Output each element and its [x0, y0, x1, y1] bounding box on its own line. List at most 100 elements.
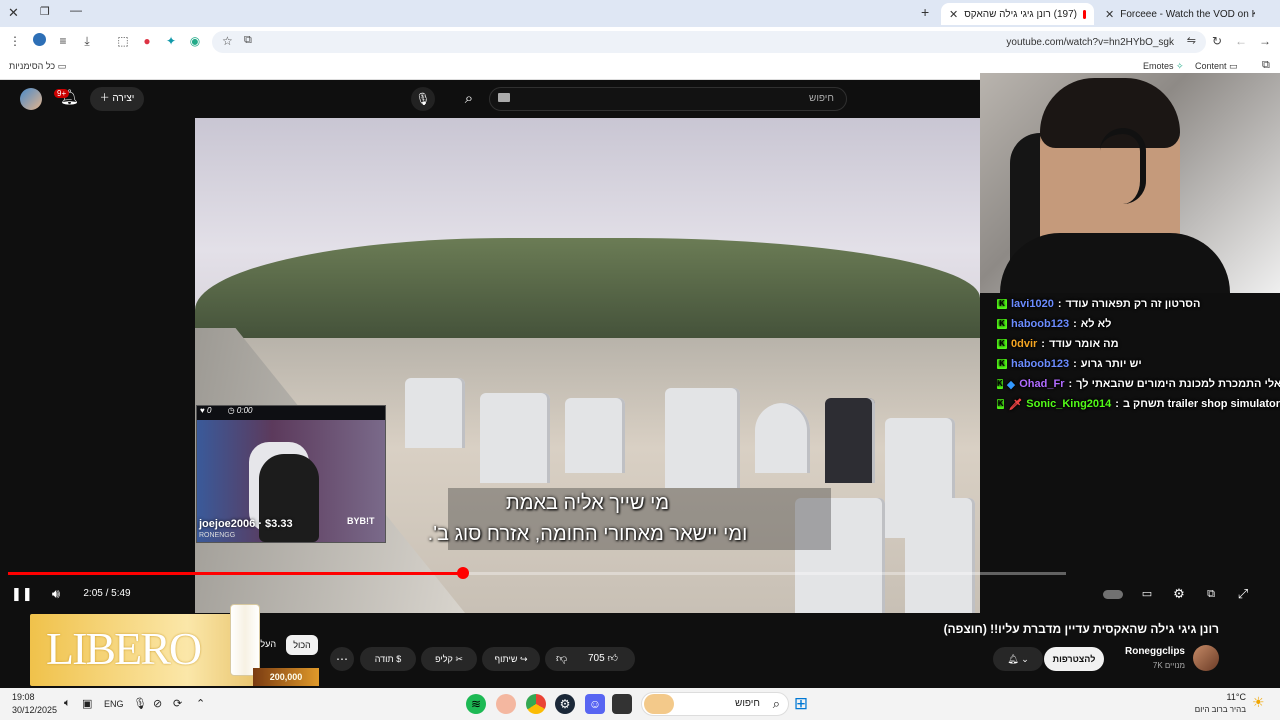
- thanks-label: תודה: [374, 654, 394, 664]
- tab-close-icon[interactable]: ✕: [1105, 8, 1114, 21]
- chat-user: haboob123: [1011, 318, 1070, 330]
- minicam-time: 0:00: [236, 406, 253, 415]
- autoplay-toggle[interactable]: [1100, 584, 1126, 604]
- keyboard-icon[interactable]: [498, 93, 510, 102]
- profile-icon[interactable]: [31, 33, 47, 49]
- file-explorer-icon[interactable]: [612, 694, 632, 714]
- notification-bell-button[interactable]: 🔔︎ ⌄: [993, 647, 1043, 671]
- reload-icon[interactable]: ↻: [1209, 33, 1225, 49]
- extension-icon[interactable]: ●: [139, 33, 155, 49]
- search-icon[interactable]: ⌕: [450, 87, 488, 111]
- player-left-bg: [0, 118, 195, 613]
- sword-badge-icon: 🗡︎: [1008, 398, 1023, 411]
- spotify-icon[interactable]: ≋: [466, 694, 486, 714]
- extension-icon[interactable]: ◉: [187, 33, 203, 49]
- create-button[interactable]: ＋ יצירה: [90, 87, 144, 111]
- chat-colon: :: [1057, 298, 1062, 310]
- pause-icon[interactable]: ❚❚: [11, 584, 33, 604]
- subscribe-button[interactable]: להצטרפות: [1044, 647, 1104, 671]
- forward-icon[interactable]: →: [1257, 33, 1273, 49]
- chat-message: K 0dvir: מה אומר עודד: [997, 335, 1280, 353]
- create-label: יצירה: [112, 93, 135, 104]
- chip-all[interactable]: הכול: [286, 635, 318, 655]
- chrome-icon[interactable]: [526, 694, 546, 714]
- share-label: שיתוף: [494, 654, 518, 664]
- extension-icon[interactable]: ✦: [163, 33, 179, 49]
- all-bookmarks[interactable]: כל הסימניות ▭: [9, 61, 66, 72]
- ad-price-banner[interactable]: 200,000: [253, 668, 319, 686]
- gravestone: [565, 398, 625, 473]
- volume-icon[interactable]: 🔊︎: [46, 584, 66, 604]
- progress-scrubber[interactable]: [457, 567, 469, 579]
- close-window-icon[interactable]: ✕: [8, 5, 19, 21]
- tab-youtube[interactable]: ✕ (197) רונן גיגי גילה שהאקס: [941, 3, 1094, 25]
- bookmark-star-icon[interactable]: ☆: [222, 34, 233, 48]
- app-icon[interactable]: [496, 694, 516, 714]
- steam-icon[interactable]: ⚙: [555, 694, 575, 714]
- scissors-icon: ✂: [455, 654, 463, 664]
- search-input[interactable]: חיפוש: [489, 87, 847, 111]
- bookmark-content[interactable]: Content ▭: [1195, 61, 1238, 72]
- captions-icon[interactable]: ▭: [1137, 584, 1157, 604]
- back-icon[interactable]: ←: [1233, 33, 1249, 49]
- menu-icon[interactable]: ⋮: [7, 33, 23, 49]
- start-icon[interactable]: ⊞: [791, 694, 811, 714]
- advertisement[interactable]: LIBERO: [30, 604, 260, 686]
- more-bookmarks-icon[interactable]: ⧉: [1262, 59, 1270, 72]
- tab-close-icon[interactable]: ✕: [949, 8, 958, 21]
- site-settings-icon[interactable]: ⇋: [1187, 34, 1196, 47]
- download-icon[interactable]: ⤓: [79, 33, 95, 49]
- tray-icon[interactable]: ⊘: [153, 697, 162, 710]
- thanks-icon: $: [396, 654, 402, 664]
- extensions-icon[interactable]: ⬚: [115, 33, 131, 49]
- miniplayer-icon[interactable]: ⧉: [1201, 584, 1221, 604]
- volume-tray-icon[interactable]: 🔈︎: [64, 697, 71, 710]
- maximize-icon[interactable]: ❐: [40, 5, 50, 18]
- address-bar[interactable]: ☆ ⧉ youtube.com/watch?v=hn2HYbO_sgk ⇋: [212, 31, 1206, 53]
- new-tab-icon[interactable]: +: [921, 4, 929, 20]
- more-actions-button[interactable]: ⋯: [330, 647, 354, 671]
- chevron-up-icon[interactable]: ⌃: [196, 697, 205, 710]
- chip-next[interactable]: העלו: [258, 639, 276, 649]
- chat-user: lavi1020: [1011, 298, 1054, 310]
- chat-text: מה אומר עודד: [1048, 338, 1119, 350]
- mic-tray-icon[interactable]: 🎙︎: [133, 697, 147, 710]
- tray-icon[interactable]: ⟳: [173, 697, 182, 710]
- taskbar-search[interactable]: חיפוש ⌕: [641, 692, 789, 716]
- ad-brand: LIBERO: [46, 623, 202, 674]
- weather-sun-icon[interactable]: ☀: [1252, 694, 1265, 711]
- bookmark-emotes[interactable]: Emotes ✧: [1143, 61, 1184, 72]
- reading-list-icon[interactable]: ≡: [55, 33, 71, 49]
- gravestone: [665, 388, 740, 488]
- fullscreen-icon[interactable]: ⤢: [1233, 584, 1253, 604]
- chat-text: ראלי התמכרת למכונת הימורים שהבאתי לך: [1076, 378, 1280, 390]
- voice-search-icon[interactable]: 🎙︎: [411, 87, 435, 111]
- tab-kick[interactable]: ✕ Forceee - Watch the VOD on K: [1097, 3, 1255, 25]
- search-placeholder: חיפוש: [809, 93, 834, 104]
- chat-user: Ohad_Fr: [1019, 378, 1065, 390]
- share-button[interactable]: שיתוף ↪: [482, 647, 540, 671]
- chat-message: K haboob123: לא לא: [997, 315, 1280, 333]
- settings-icon[interactable]: ⚙: [1169, 584, 1189, 604]
- clip-button[interactable]: קליפ ✂: [421, 647, 477, 671]
- bell-icon: 🔔︎: [1007, 654, 1019, 664]
- network-tray-icon[interactable]: ▣: [82, 697, 92, 710]
- clock-time: 19:08: [12, 692, 35, 702]
- weather-desc: בהיר ברוב היום: [1194, 705, 1246, 714]
- avatar[interactable]: [20, 88, 42, 110]
- install-icon[interactable]: ⧉: [244, 34, 252, 47]
- taskbar-search-label: חיפוש: [735, 698, 760, 709]
- gravestone: [755, 403, 810, 473]
- chat-text: הסרטון זה רק תפאורה עודד: [1065, 298, 1201, 310]
- channel-name[interactable]: Roneggclips: [1100, 646, 1185, 657]
- dislike-button[interactable]: 👎︎: [556, 647, 567, 671]
- like-button[interactable]: 705 👍︎: [588, 647, 618, 671]
- chat-user: Sonic_King2014: [1026, 398, 1112, 410]
- thanks-button[interactable]: תודה $: [360, 647, 416, 671]
- discord-icon[interactable]: ☺: [585, 694, 605, 714]
- language-indicator[interactable]: ENG: [104, 699, 124, 709]
- minicam-count: 0: [206, 406, 212, 415]
- share-icon: ↪: [519, 654, 528, 664]
- channel-avatar[interactable]: [1193, 645, 1219, 671]
- minimize-icon[interactable]: —: [70, 3, 82, 17]
